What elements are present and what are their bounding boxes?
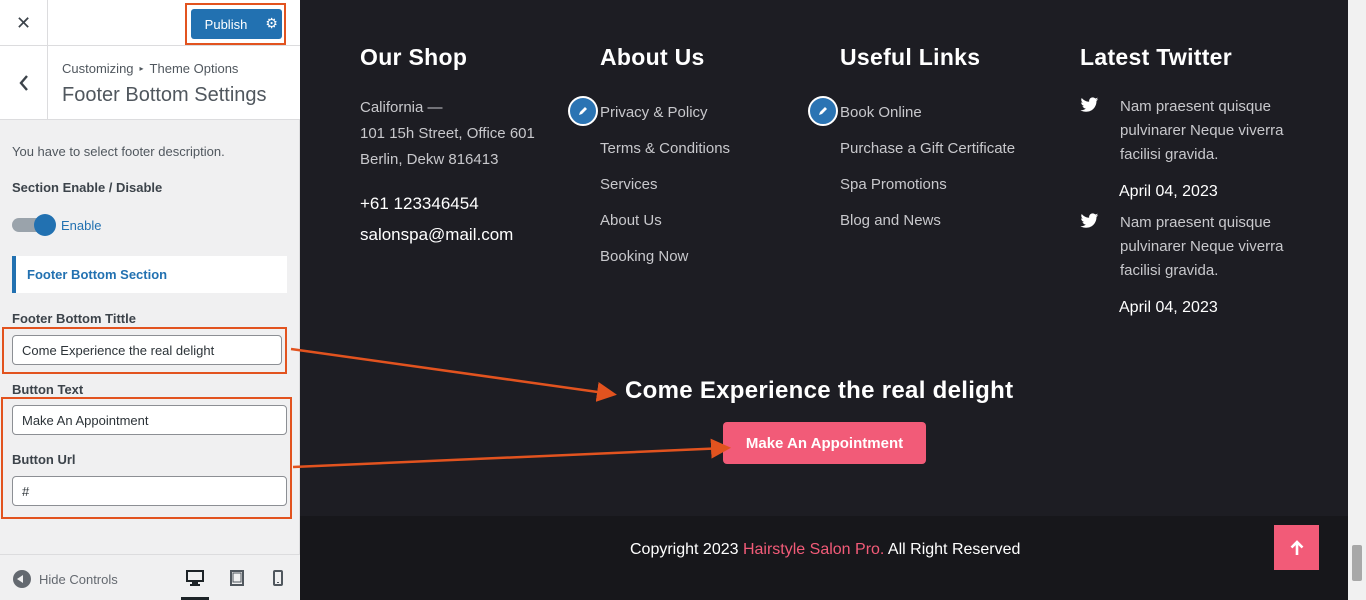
button-url-input[interactable]: #: [12, 476, 287, 506]
pencil-icon: [819, 107, 827, 115]
footer-col-twitter: Latest Twitter Nam praesent quisque pulv…: [1080, 44, 1283, 316]
button-url-label: Button Url: [12, 452, 76, 467]
arrow-up-icon: [1290, 539, 1303, 555]
edit-shortcut-useful[interactable]: [808, 96, 838, 126]
tweet-text: Nam praesent quisque pulvinarer Neque vi…: [1120, 98, 1284, 163]
about-heading: About Us: [600, 44, 705, 70]
page-title: Footer Bottom Settings: [62, 84, 267, 106]
collapse-icon: [13, 570, 31, 588]
tweet-date: April 04, 2023: [1119, 299, 1218, 316]
pencil-icon: [579, 107, 587, 115]
enable-label: Section Enable / Disable: [12, 180, 163, 195]
useful-link-spa[interactable]: Spa Promotions: [840, 176, 947, 193]
footer-col-about: About Us Privacy & Policy Terms & Condit…: [568, 44, 730, 265]
customizer-header: ✕ Publish ⚙: [0, 0, 300, 46]
scrollbar-thumb[interactable]: [1352, 545, 1362, 581]
copyright-bar: Copyright 2023 Hairstyle Salon Pro. All …: [300, 516, 1366, 600]
about-link-about[interactable]: About Us: [600, 212, 662, 229]
useful-link-book[interactable]: Book Online: [840, 104, 922, 121]
section-header: Customizing ▸ Theme Options Footer Bottom …: [0, 46, 300, 120]
breadcrumb: Customizing ▸ Theme Options: [62, 61, 238, 76]
mobile-icon: [273, 570, 283, 586]
useful-link-gift[interactable]: Purchase a Gift Certificate: [840, 140, 1015, 157]
desktop-icon: [186, 570, 204, 586]
footer-col-useful: Useful Links Book Online Purchase a Gift…: [808, 44, 1015, 229]
footer-bottom-section-heading[interactable]: Footer Bottom Section: [12, 256, 287, 293]
breadcrumb-root: Customizing: [62, 61, 134, 76]
tweet-text: Nam praesent quisque pulvinarer Neque vi…: [1120, 214, 1284, 279]
tablet-icon: [230, 570, 244, 586]
title-input[interactable]: Come Experience the real delight: [12, 335, 282, 365]
copyright-prefix: Copyright 2023: [630, 541, 743, 558]
useful-heading: Useful Links: [840, 44, 981, 70]
useful-link-blog[interactable]: Blog and News: [840, 212, 941, 229]
publish-button[interactable]: Publish: [191, 9, 261, 39]
copyright-suffix: All Right Reserved: [884, 541, 1021, 558]
button-text-label: Button Text: [12, 382, 84, 397]
button-text-input[interactable]: Make An Appointment: [12, 405, 287, 435]
shop-email[interactable]: salonspa@mail.com: [360, 225, 513, 245]
breadcrumb-separator-icon: ▸: [139, 64, 144, 73]
footer-col-shop: Our Shop California — 101 15h Street, Of…: [360, 44, 535, 244]
breadcrumb-parent: Theme Options: [149, 61, 239, 76]
customizer-footer: Hide Controls: [0, 554, 300, 600]
title-field-label: Footer Bottom Tittle: [12, 311, 136, 326]
tablet-preview-button[interactable]: [223, 565, 251, 600]
hide-controls-label: Hide Controls: [39, 571, 118, 587]
toggle-knob: [34, 214, 56, 236]
chevron-left-icon: [18, 74, 28, 91]
edit-shortcut-about[interactable]: [568, 96, 598, 126]
customizer-sidebar: ✕ Publish ⚙ Customizing ▸ Theme Options Fo…: [0, 0, 300, 600]
copyright-text: Copyright 2023 Hairstyle Salon Pro. All …: [630, 541, 1020, 559]
shop-phone[interactable]: +61 123346454: [360, 194, 479, 214]
desktop-preview-button[interactable]: [181, 565, 209, 600]
footer-bottom-title: Come Experience the real delight: [625, 377, 1014, 404]
site-preview: Our Shop California — 101 15h Street, Of…: [300, 0, 1366, 600]
scroll-to-top-button[interactable]: [1274, 525, 1319, 570]
scrollbar[interactable]: [1348, 0, 1366, 600]
section-description: You have to select footer description.: [12, 144, 225, 159]
appointment-button[interactable]: Make An Appointment: [723, 422, 926, 464]
twitter-heading: Latest Twitter: [1080, 44, 1233, 70]
enable-toggle[interactable]: [12, 214, 56, 236]
shop-address-line2: 101 15h Street, Office 601: [360, 125, 535, 142]
about-link-terms[interactable]: Terms & Conditions: [600, 140, 730, 157]
twitter-icon: [1080, 213, 1099, 228]
close-icon[interactable]: ✕: [0, 0, 48, 46]
twitter-icon: [1080, 97, 1099, 112]
about-link-privacy[interactable]: Privacy & Policy: [600, 104, 708, 121]
shop-heading: Our Shop: [360, 44, 468, 70]
about-link-booking[interactable]: Booking Now: [600, 248, 688, 265]
shop-address-line1: California —: [360, 99, 443, 116]
gear-icon[interactable]: ⚙: [261, 9, 282, 39]
tweet-date: April 04, 2023: [1119, 183, 1218, 200]
hide-controls-button[interactable]: Hide Controls: [13, 570, 118, 588]
mobile-preview-button[interactable]: [264, 565, 292, 600]
publish-highlight: Publish ⚙: [185, 3, 286, 45]
copyright-brand-link[interactable]: Hairstyle Salon Pro.: [743, 541, 884, 558]
toggle-state-label: Enable: [61, 218, 102, 233]
shop-address-line3: Berlin, Dekw 816413: [360, 151, 499, 168]
back-button[interactable]: [0, 46, 48, 119]
about-link-services[interactable]: Services: [600, 176, 658, 193]
